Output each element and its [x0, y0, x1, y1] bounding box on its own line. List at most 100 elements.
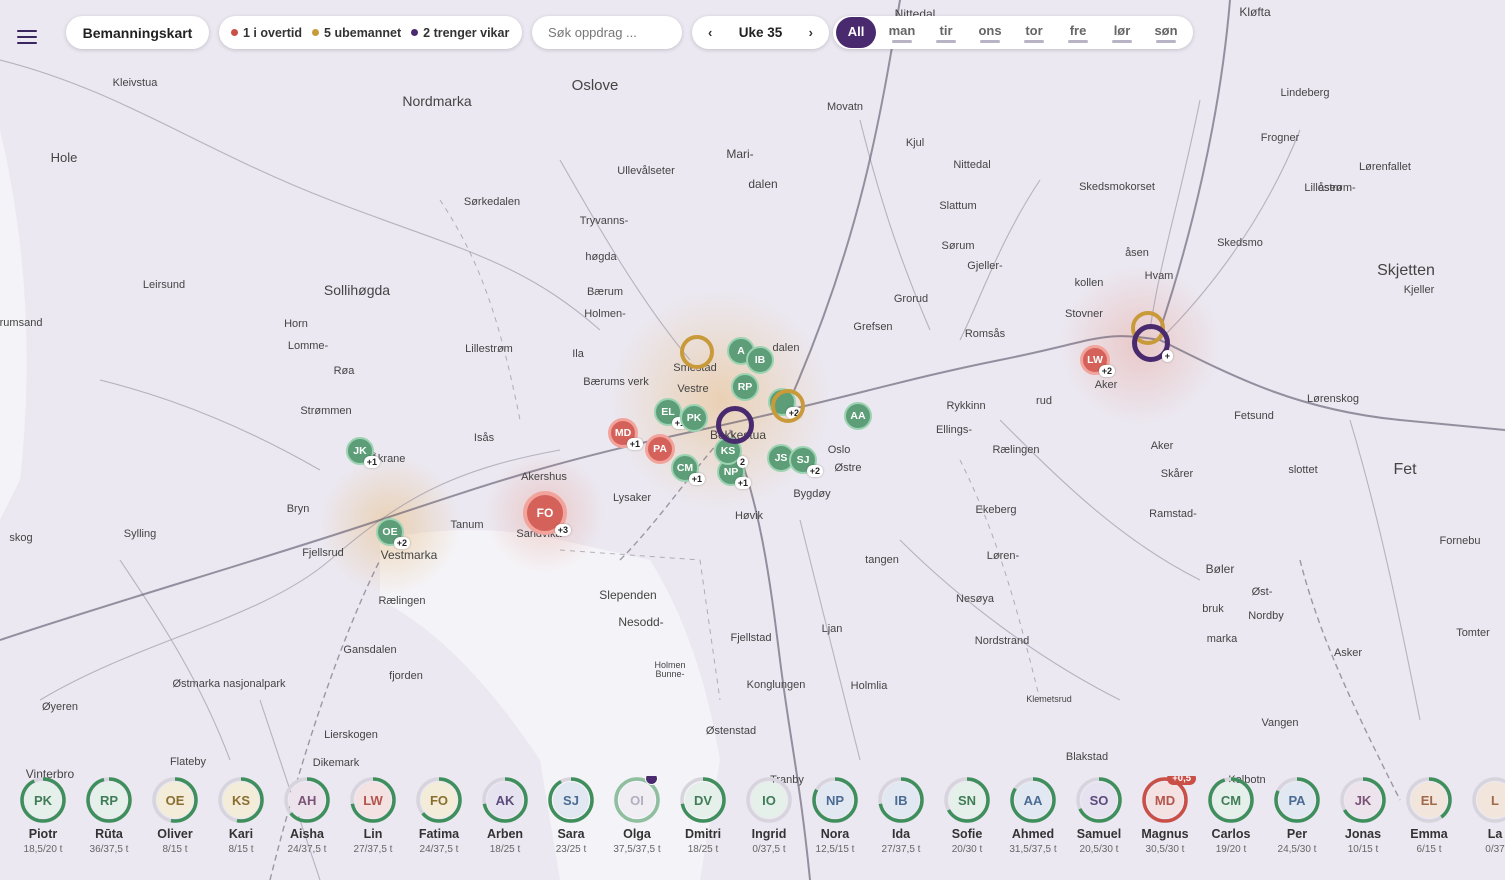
map-place-label: Lysaker — [613, 492, 651, 504]
map-marker[interactable]: EL +1 — [654, 398, 688, 429]
marker-initials: IB — [754, 354, 766, 366]
staff-card[interactable]: SO Samuel 20,5/30 t — [1066, 776, 1132, 866]
map-marker[interactable]: OE +2 — [376, 518, 410, 549]
staff-hours: 8/15 t — [162, 844, 188, 855]
staff-name: Ingrid — [751, 827, 787, 841]
map-marker[interactable] — [716, 406, 754, 444]
week-label: Uke 35 — [738, 25, 783, 40]
map-place-label: Gansdalen — [343, 644, 396, 656]
map-place-label: Røa — [334, 365, 356, 377]
map-place-label: Sørkedalen — [464, 196, 520, 208]
marker-count-badge: +2 — [806, 465, 823, 477]
map-marker[interactable]: LW +2 — [1080, 345, 1115, 377]
staff-card[interactable]: EL Emma 6/15 t — [1396, 776, 1462, 866]
staff-name: Arben — [486, 827, 524, 841]
map-place-label: Slattum — [939, 200, 976, 212]
marker-count-badge: +3 — [554, 524, 571, 536]
staff-card[interactable]: IO Ingrid 0/37,5 t — [736, 776, 802, 866]
map-place-label: Høvik — [735, 510, 764, 522]
day-fri[interactable]: fre — [1056, 16, 1100, 49]
staff-bar: PK Piotr 18,5/20 t RP Rūta 36/37,5 t OE Oliver 8… — [10, 776, 1505, 866]
map-place-label: Vestre — [677, 383, 708, 395]
app-title: Bemanningskart — [66, 16, 209, 49]
staff-hours: 30,5/30 t — [1145, 844, 1185, 855]
staff-card[interactable]: RP Rūta 36/37,5 t — [76, 776, 142, 866]
day-wed[interactable]: ons — [968, 16, 1012, 49]
map-marker[interactable]: JK +1 — [346, 437, 380, 468]
map-place-label: Kleivstua — [113, 77, 159, 89]
next-week-button[interactable]: › — [809, 25, 813, 40]
map[interactable]: Kløfta Nittedal Kleivstua Nordmarka Oslove Os… — [0, 0, 1505, 880]
map-marker[interactable]: RP — [731, 373, 759, 401]
staff-card[interactable]: NP Nora 12,5/15 t — [802, 776, 868, 866]
day-mon[interactable]: man — [880, 16, 924, 49]
staff-card[interactable]: MD +0,5 Magnus 30,5/30 t — [1132, 776, 1198, 866]
day-all[interactable]: All — [836, 17, 876, 48]
map-place-label: Konglungen — [747, 679, 806, 691]
map-place-label: Fornebu — [1440, 535, 1481, 547]
staff-card[interactable]: IB Ida 27/37,5 t — [868, 776, 934, 866]
staff-card[interactable]: L La 0/37 — [1462, 776, 1505, 866]
staff-hours: 18/25 t — [489, 844, 521, 855]
staff-hours: 27/37,5 t — [881, 844, 921, 855]
staff-hours: 20,5/30 t — [1079, 844, 1119, 855]
staff-card[interactable]: AA Ahmed 31,5/37,5 t — [1000, 776, 1066, 866]
staff-name: La — [1487, 827, 1503, 841]
map-marker[interactable] — [771, 389, 805, 423]
map-place-label: Klemetsrud — [1026, 694, 1072, 704]
status-unstaffed[interactable]: 5 ubemannet — [312, 26, 401, 40]
staff-card[interactable]: PK Piotr 18,5/20 t — [10, 776, 76, 866]
map-marker[interactable]: FO +3 — [523, 491, 571, 536]
map-marker[interactable]: SJ +2 — [789, 446, 823, 477]
staff-card[interactable]: KS Kari 8/15 t — [208, 776, 274, 866]
map-place-label: Nordstrand — [975, 635, 1029, 647]
marker-initials: KS — [720, 445, 736, 457]
day-thu[interactable]: tor — [1012, 16, 1056, 49]
avatar: KS — [223, 782, 259, 818]
staff-card[interactable]: SN Sofie 20/30 t — [934, 776, 1000, 866]
map-marker[interactable]: AA — [844, 402, 872, 430]
map-marker[interactable]: + — [1132, 324, 1173, 362]
map-marker[interactable]: CM +1 — [671, 454, 705, 485]
staff-name: Olga — [623, 827, 651, 841]
staff-hours: 20/30 t — [951, 844, 983, 855]
avatar: SN — [949, 782, 985, 818]
day-sat[interactable]: lør — [1100, 16, 1144, 49]
staff-card[interactable]: DV Dmitri 18/25 t — [670, 776, 736, 866]
map-place-label: Flateby — [170, 756, 207, 768]
workload-ring: AK — [481, 776, 529, 824]
map-place-label: Hvam — [1145, 270, 1174, 282]
staff-name: Samuel — [1076, 827, 1122, 841]
staff-card[interactable]: CM Carlos 19/20 t — [1198, 776, 1264, 866]
staff-card[interactable]: AH Aisha 24/37,5 t — [274, 776, 340, 866]
menu-button[interactable] — [12, 22, 42, 52]
staff-card[interactable]: LW Lin 27/37,5 t — [340, 776, 406, 866]
workload-ring: SO — [1075, 776, 1123, 824]
staff-card[interactable]: JK Jonas 10/15 t — [1330, 776, 1396, 866]
search-input[interactable] — [548, 25, 668, 40]
map-place-label: rud — [1036, 395, 1052, 407]
staff-card[interactable]: OE Oliver 8/15 t — [142, 776, 208, 866]
staff-card[interactable]: SJ Sara 23/25 t — [538, 776, 604, 866]
day-tue[interactable]: tir — [924, 16, 968, 49]
prev-week-button[interactable]: ‹ — [708, 25, 712, 40]
staff-card[interactable]: OI Olga 37,5/37,5 t — [604, 776, 670, 866]
map-marker[interactable] — [680, 335, 714, 369]
map-place-label: Hole — [51, 150, 78, 165]
marker-initials: RP — [737, 381, 753, 393]
map-marker[interactable]: PA — [645, 434, 675, 464]
map-place-label: Ljan — [822, 623, 843, 635]
map-marker[interactable]: IB — [746, 346, 774, 374]
staff-card[interactable]: AK Arben 18/25 t — [472, 776, 538, 866]
day-sun[interactable]: søn — [1144, 16, 1188, 49]
status-needs-substitute[interactable]: 2 trenger vikar — [411, 26, 509, 40]
avatar: PK — [25, 782, 61, 818]
map-marker[interactable]: MD +1 — [608, 418, 643, 450]
staff-card[interactable]: PA Per 24,5/30 t — [1264, 776, 1330, 866]
map-marker[interactable]: PK — [680, 404, 708, 432]
status-overtime[interactable]: 1 i overtid — [231, 26, 302, 40]
staff-card[interactable]: FO Fatima 24/37,5 t — [406, 776, 472, 866]
map-place-label: Oslove — [572, 77, 619, 94]
map-place-label: Bryn — [287, 503, 310, 515]
marker-initials: MD — [614, 427, 632, 439]
